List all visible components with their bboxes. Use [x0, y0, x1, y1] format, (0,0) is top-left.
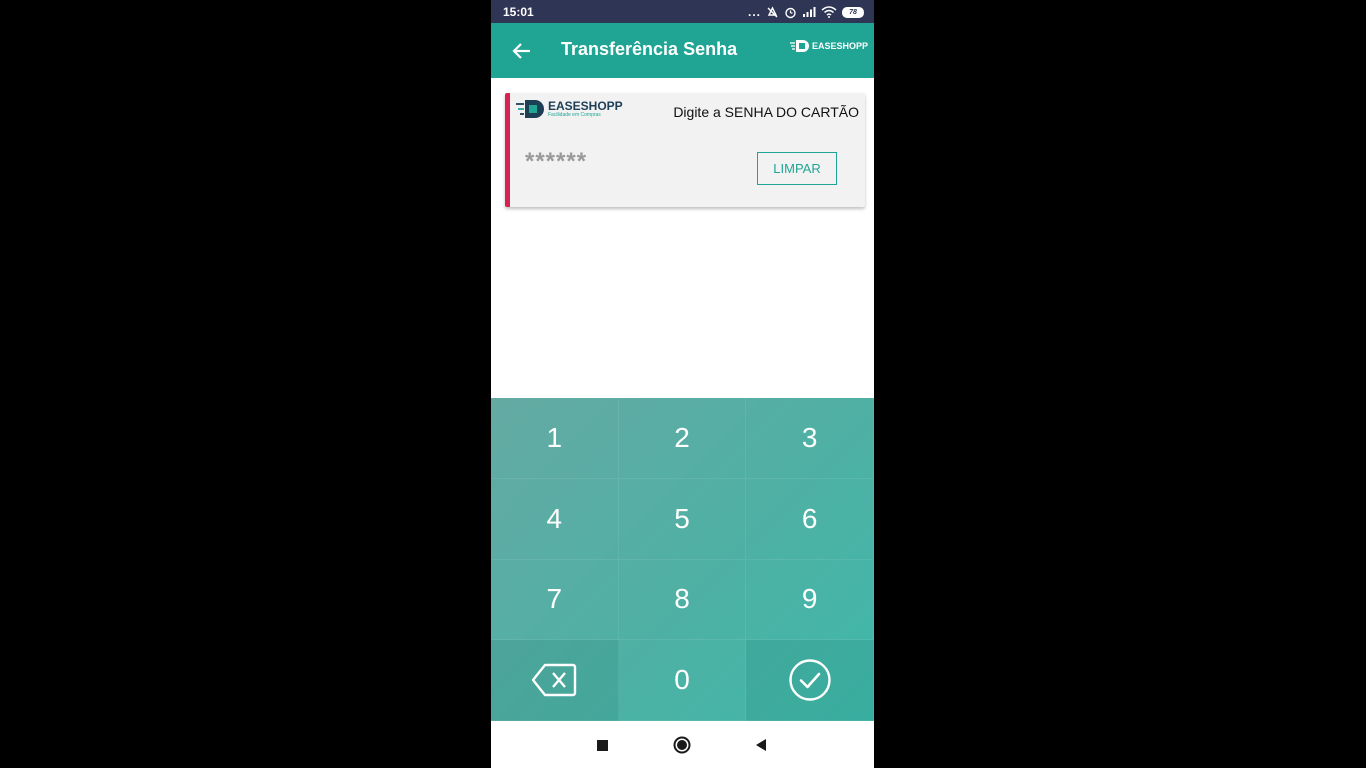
status-time: 15:01	[503, 5, 534, 19]
status-bar: 15:01 ... 78	[491, 0, 874, 23]
page-title: Transferência Senha	[561, 39, 738, 59]
delivery-box-icon	[789, 40, 809, 52]
card-logo-texts: EASESHOPP Facilidade em Compras	[548, 100, 623, 118]
square-icon[interactable]	[592, 735, 612, 755]
key-7[interactable]: 7	[491, 559, 619, 641]
confirm-button[interactable]	[746, 640, 874, 721]
alarm-icon	[785, 7, 796, 18]
password-mask: ******	[525, 148, 588, 175]
phone-screen: 15:01 ... 78 Transferência Senha EASESHO…	[491, 0, 874, 768]
key-5[interactable]: 5	[618, 478, 747, 560]
key-2[interactable]: 2	[618, 398, 747, 479]
key-1[interactable]: 1	[491, 398, 619, 479]
notification-dots: ...	[747, 5, 761, 19]
dnd-off-icon	[767, 5, 778, 17]
key-6[interactable]: 6	[746, 478, 874, 560]
circle-icon[interactable]	[672, 735, 692, 755]
key-9[interactable]: 9	[746, 559, 874, 641]
key-4[interactable]: 4	[491, 478, 619, 560]
status-icons: ... 78	[748, 4, 864, 20]
main-content: EASESHOPP Facilidade em Compras Digite a…	[491, 78, 874, 398]
wifi-icon	[821, 6, 837, 18]
password-instruction: Digite a SENHA DO CARTÃO	[673, 104, 859, 120]
app-bar: Transferência Senha EASESHOPP	[491, 23, 874, 78]
battery-icon: 78	[842, 6, 864, 18]
backspace-button[interactable]	[491, 640, 619, 721]
back-arrow-icon[interactable]	[509, 38, 535, 64]
clear-button[interactable]: LIMPAR	[757, 152, 837, 185]
app-logo: EASESHOPP	[789, 39, 868, 53]
numeric-keypad: 1 2 3 4 5 6 7 8 9 0	[491, 398, 874, 721]
key-3[interactable]: 3	[746, 398, 874, 479]
key-8[interactable]: 8	[618, 559, 747, 641]
key-0[interactable]: 0	[618, 640, 747, 721]
backspace-icon	[532, 663, 577, 697]
app-logo-text: EASESHOPP	[811, 41, 868, 51]
system-nav-bar	[491, 721, 874, 768]
triangle-back-icon[interactable]	[751, 735, 771, 755]
delivery-box-icon	[516, 100, 544, 118]
password-card: EASESHOPP Facilidade em Compras Digite a…	[505, 93, 865, 207]
card-logo: EASESHOPP Facilidade em Compras	[516, 98, 623, 120]
signal-icon	[803, 7, 816, 17]
check-circle-icon	[788, 659, 831, 701]
card-logo-text: EASESHOPP	[548, 99, 623, 113]
